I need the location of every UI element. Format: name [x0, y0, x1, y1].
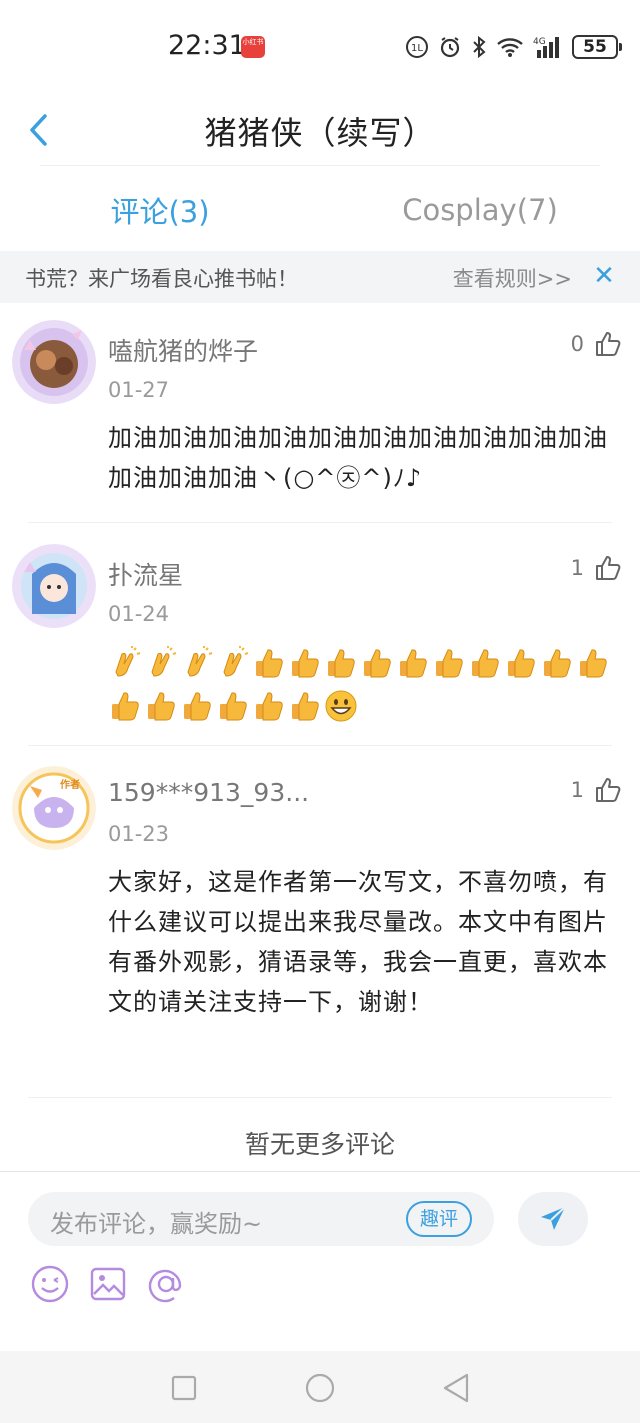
status-bar: 22:31 小红书 1L 4G 55 — [0, 0, 640, 96]
tab-cosplay[interactable]: Cosplay(7) — [320, 170, 640, 250]
clapping-hands-emoji — [180, 645, 214, 680]
status-time: 22:31 — [168, 30, 246, 61]
view-rules-link[interactable]: 查看规则>> — [453, 263, 572, 293]
thumbs-up-emoji — [432, 646, 466, 680]
alarm-icon — [438, 35, 462, 59]
comment-input-placeholder: 发布评论，赢奖励~ — [50, 1210, 263, 1238]
notice-banner: 书荒？来广场看良心推书帖！ 查看规则>> ✕ — [0, 251, 640, 303]
author-badge: 作者 — [60, 780, 80, 791]
like-count: 0 — [570, 332, 584, 356]
comment-username[interactable]: 159***913_93... — [108, 778, 309, 807]
fun-comment-button[interactable]: 趣评 — [405, 1201, 472, 1237]
comment-composer: 发布评论，赢奖励~ 趣评 — [0, 1171, 640, 1351]
comment-content: 加油加油加油加油加油加油加油加油加油加油加油加油加油丶(○^㉨^)ﾉ♪ — [108, 424, 608, 492]
like-count: 1 — [570, 556, 584, 580]
home-button[interactable] — [302, 1371, 338, 1405]
avatar[interactable] — [12, 320, 96, 404]
like-count: 1 — [570, 778, 584, 802]
back-nav-button[interactable] — [438, 1371, 474, 1405]
at-icon — [148, 1269, 182, 1303]
thumbs-up-emoji — [504, 646, 538, 680]
send-icon — [541, 1206, 566, 1230]
divider — [28, 1097, 612, 1098]
comment-username[interactable]: 扑流星 — [108, 556, 183, 592]
thumbs-up-emoji — [180, 689, 214, 723]
svg-text:4G: 4G — [533, 37, 546, 47]
battery-indicator: 55 — [572, 35, 622, 59]
thumbs-up-icon — [596, 778, 621, 802]
like-button[interactable]: 1 — [571, 776, 622, 804]
thumbs-up-emoji — [108, 689, 142, 723]
triangle-back-icon — [443, 1373, 469, 1403]
square-icon — [171, 1375, 197, 1401]
hd-call-icon: 1L — [405, 35, 429, 59]
mention-button[interactable] — [144, 1262, 188, 1306]
comment-input[interactable]: 发布评论，赢奖励~ 趣评 — [28, 1192, 494, 1246]
emoji-button[interactable] — [28, 1262, 72, 1306]
grinning-face-emoji — [324, 689, 358, 723]
avatar[interactable] — [12, 766, 96, 850]
send-button[interactable] — [518, 1192, 588, 1246]
thumbs-up-emoji — [144, 689, 178, 723]
comment-emoji-content — [108, 640, 628, 726]
image-icon — [90, 1267, 126, 1301]
thumbs-up-emoji — [576, 646, 610, 680]
circle-icon — [305, 1373, 335, 1403]
page-title: 猪猪侠（续写） — [204, 114, 436, 152]
status-icons: 1L 4G 55 — [405, 32, 622, 62]
like-button[interactable]: 0 — [571, 330, 622, 358]
thumbs-up-emoji — [396, 646, 430, 680]
clapping-hands-emoji — [144, 645, 178, 680]
comment-date: 01-23 — [108, 822, 170, 846]
clapping-hands-emoji — [108, 645, 142, 680]
no-more-comments: 暂无更多评论 — [244, 1130, 395, 1159]
svg-text:1L: 1L — [411, 43, 423, 54]
avatar[interactable] — [12, 544, 96, 628]
comment-username[interactable]: 嗑航猪的烨子 — [108, 332, 258, 368]
thumbs-up-icon — [596, 332, 621, 356]
thumbs-up-emoji — [360, 646, 394, 680]
system-nav-bar — [0, 1351, 640, 1423]
like-button[interactable]: 1 — [571, 554, 622, 582]
recent-apps-button[interactable] — [166, 1371, 202, 1405]
thumbs-up-emoji — [324, 646, 358, 680]
header: 猪猪侠（续写） — [0, 96, 640, 166]
emoji-icon — [31, 1265, 69, 1303]
thumbs-up-icon — [596, 556, 621, 580]
thumbs-up-emoji — [468, 646, 502, 680]
thumbs-up-emoji — [216, 689, 250, 723]
image-button[interactable] — [86, 1262, 130, 1306]
thumbs-up-emoji — [252, 646, 286, 680]
app-notification-badge: 小红书 — [241, 36, 265, 58]
clapping-hands-emoji — [216, 645, 250, 680]
wifi-icon — [496, 36, 524, 58]
close-icon[interactable]: ✕ — [590, 259, 618, 293]
header-divider — [40, 165, 600, 166]
bluetooth-icon — [471, 35, 487, 59]
thumbs-up-emoji — [252, 689, 286, 723]
comment-content: 大家好，这是作者第一次写文，不喜勿喷，有什么建议可以提出来我尽量改。本文中有图片… — [108, 868, 608, 1016]
divider — [28, 522, 612, 523]
comment-date: 01-27 — [108, 378, 170, 402]
signal-icon: 4G — [533, 35, 563, 59]
tab-comments[interactable]: 评论(3) — [0, 170, 320, 250]
divider — [28, 745, 612, 746]
comment-date: 01-24 — [108, 602, 170, 626]
thumbs-up-emoji — [288, 689, 322, 723]
notice-text: 书荒？来广场看良心推书帖！ — [25, 267, 298, 291]
thumbs-up-emoji — [540, 646, 574, 680]
tab-bar: 评论(3) Cosplay(7) — [0, 170, 640, 250]
thumbs-up-emoji — [288, 646, 322, 680]
